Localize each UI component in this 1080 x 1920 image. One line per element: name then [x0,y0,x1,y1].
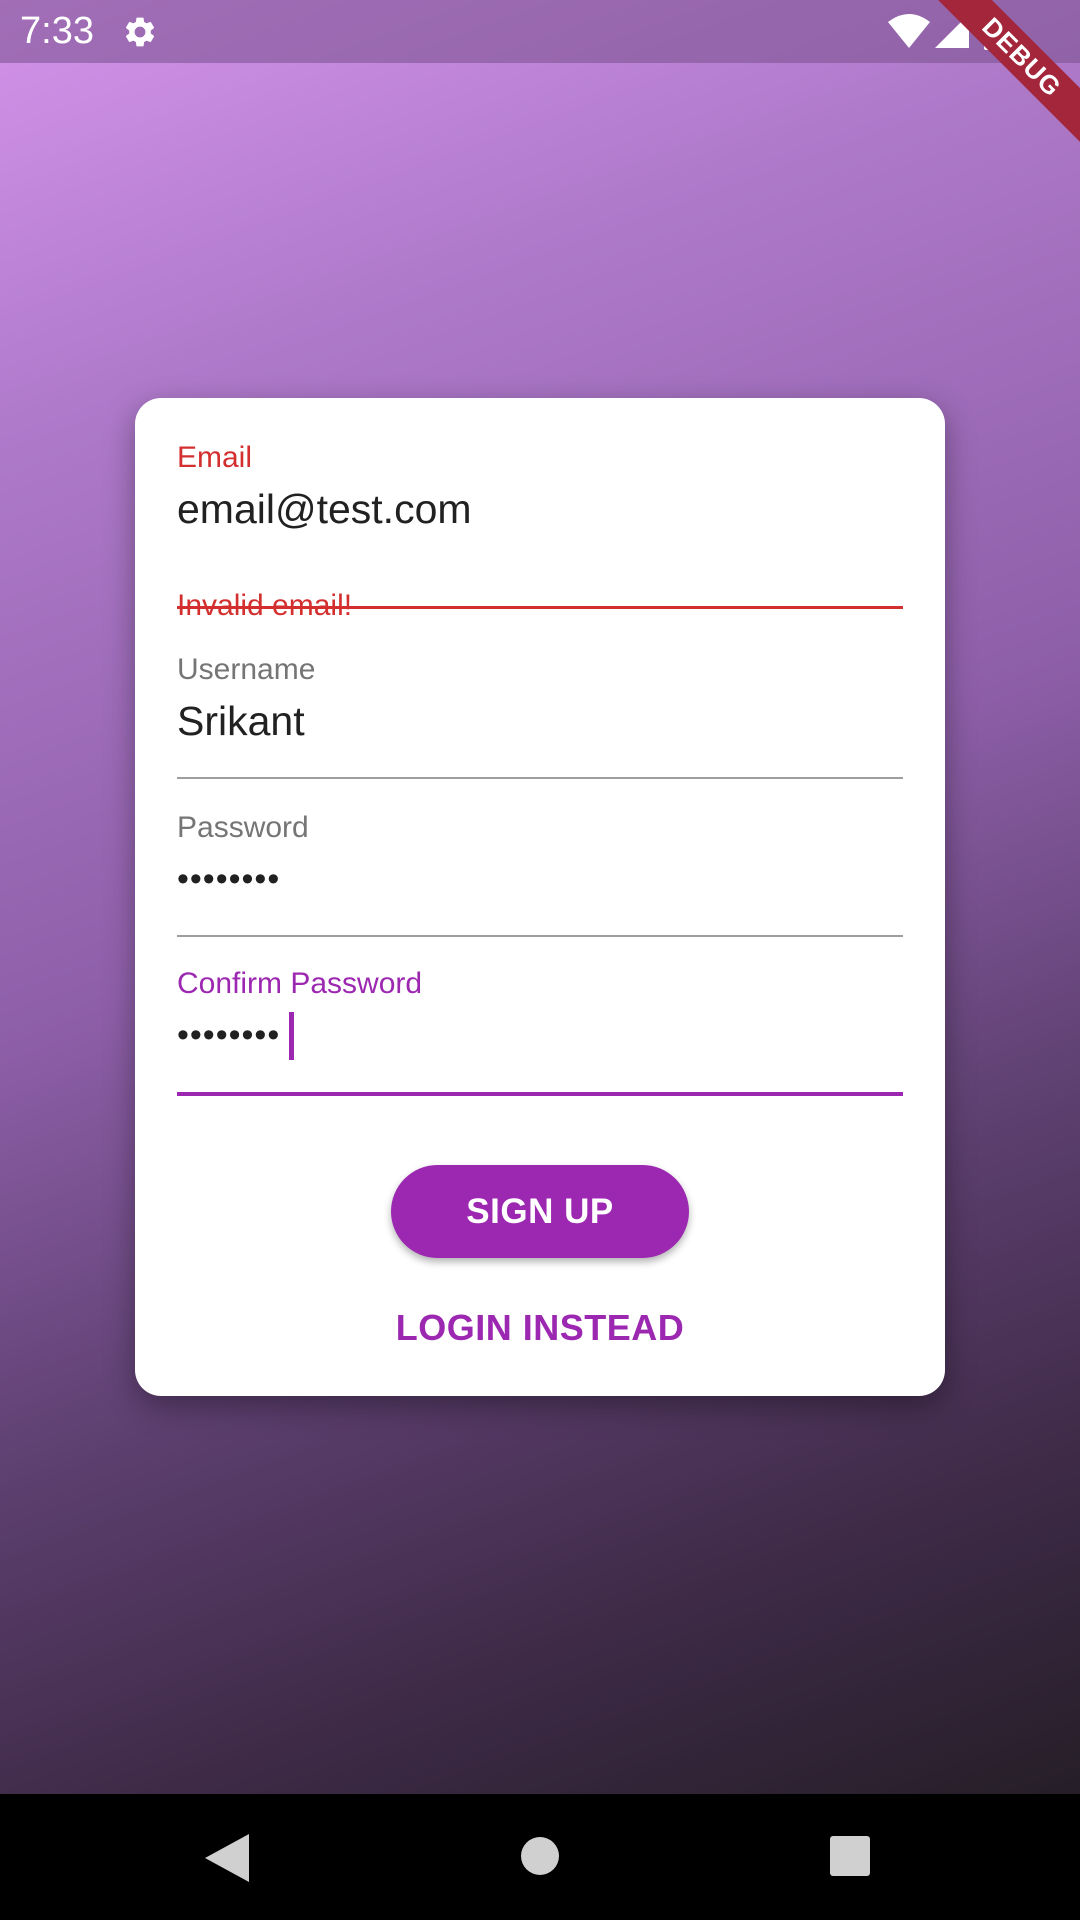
password-label: Password [177,811,309,844]
username-field[interactable]: Username Srikant [177,652,903,782]
signal-icon [935,14,969,48]
text-cursor [289,1012,294,1060]
username-value: Srikant [177,698,305,744]
password-underline [177,935,903,937]
navigation-bar [0,1794,1080,1920]
password-field[interactable]: Password •••••••• [177,810,903,940]
email-error: Invalid email! [177,589,353,622]
confirm-password-field[interactable]: Confirm Password •••••••• [177,966,903,1098]
status-bar: 7:33 [0,0,1080,63]
signup-button[interactable]: SIGN UP [391,1165,689,1258]
wifi-icon [888,14,930,48]
home-icon[interactable] [520,1836,560,1876]
email-value: email@test.com [177,486,472,532]
status-time: 7:33 [20,10,94,52]
confirm-password-label: Confirm Password [177,967,423,1000]
confirm-password-underline [177,1092,903,1096]
username-underline [177,777,903,779]
signup-card: Email email@test.com Invalid email! User… [135,398,945,1396]
email-field[interactable]: Email email@test.com [177,440,903,609]
battery-icon [984,12,1006,50]
recents-icon[interactable] [830,1836,870,1876]
username-label: Username [177,653,316,686]
back-icon[interactable] [205,1834,249,1882]
gear-icon [125,17,155,47]
confirm-password-value: •••••••• [177,1016,281,1054]
email-label: Email [177,441,253,474]
login-instead-button[interactable]: LOGIN INSTEAD [355,1298,725,1358]
app-screen: 7:33 DEBUG Email email@test.com Invalid … [0,0,1080,1920]
password-value: •••••••• [177,860,281,898]
